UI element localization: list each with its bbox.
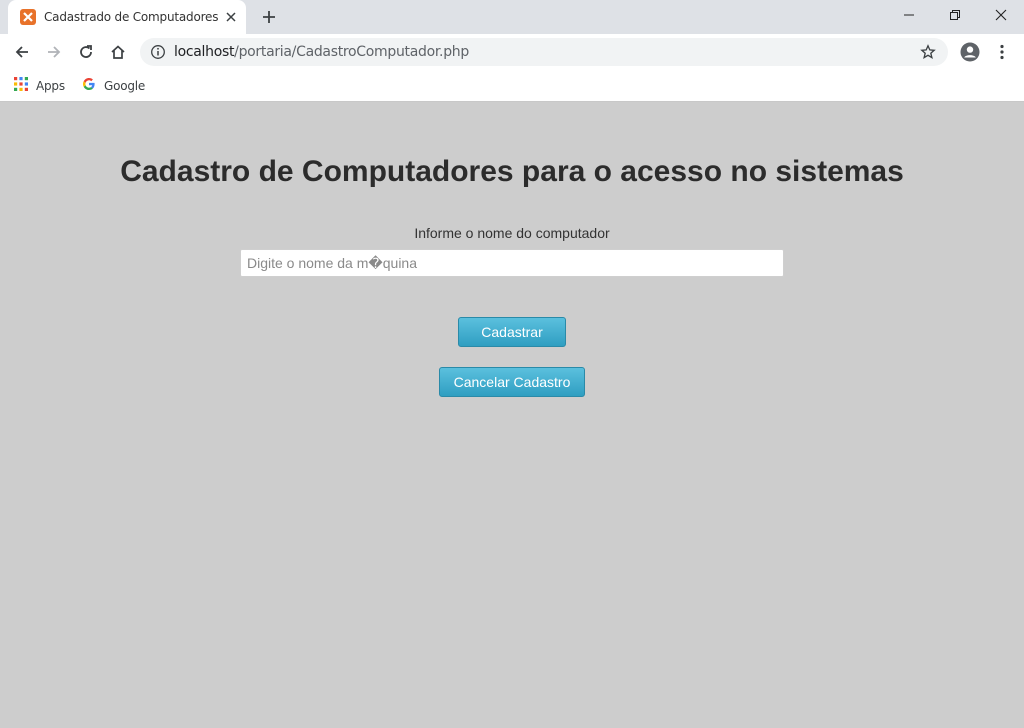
close-tab-icon[interactable]	[224, 10, 238, 24]
close-window-icon[interactable]	[978, 0, 1024, 30]
cadastrar-button[interactable]: Cadastrar	[458, 317, 566, 347]
tab-title: Cadastrado de Computadores	[44, 10, 219, 24]
bookmark-label: Google	[104, 79, 146, 93]
computer-name-label: Informe o nome do computador	[414, 225, 610, 241]
cancel-registration-button[interactable]: Cancelar Cadastro	[439, 367, 585, 397]
computer-name-input[interactable]	[240, 249, 784, 277]
apps-grid-icon	[14, 76, 28, 96]
address-bar[interactable]: localhost/portaria/CadastroComputador.ph…	[140, 38, 948, 66]
bookmark-star-icon[interactable]	[920, 44, 936, 60]
page-content: Cadastro de Computadores para o acesso n…	[0, 103, 1024, 728]
xampp-favicon-icon	[20, 9, 36, 25]
site-info-icon[interactable]	[150, 44, 166, 60]
tab-strip: Cadastrado de Computadores	[0, 0, 1024, 34]
bookmarks-bar: Apps Google	[0, 70, 1024, 102]
profile-avatar-icon[interactable]	[960, 42, 980, 62]
bookmark-google[interactable]: Google	[82, 77, 145, 95]
menu-kebab-icon[interactable]	[992, 42, 1012, 62]
back-arrow-icon[interactable]	[12, 42, 32, 62]
url-text: localhost/portaria/CadastroComputador.ph…	[174, 44, 469, 60]
url-path: /portaria/CadastroComputador.php	[234, 44, 469, 60]
minimize-icon[interactable]	[886, 0, 932, 30]
bookmark-label: Apps	[36, 79, 65, 93]
url-host: localhost	[174, 44, 235, 60]
bookmark-apps[interactable]: Apps	[14, 76, 65, 96]
browser-toolbar: localhost/portaria/CadastroComputador.ph…	[0, 34, 1024, 70]
restore-icon[interactable]	[932, 0, 978, 30]
new-tab-icon[interactable]	[260, 8, 278, 26]
page-title: Cadastro de Computadores para o acesso n…	[120, 155, 904, 188]
home-icon[interactable]	[108, 42, 128, 62]
google-g-icon	[82, 77, 96, 96]
forward-arrow-icon[interactable]	[44, 42, 64, 62]
reload-icon[interactable]	[76, 42, 96, 62]
browser-tab[interactable]: Cadastrado de Computadores	[8, 0, 246, 34]
